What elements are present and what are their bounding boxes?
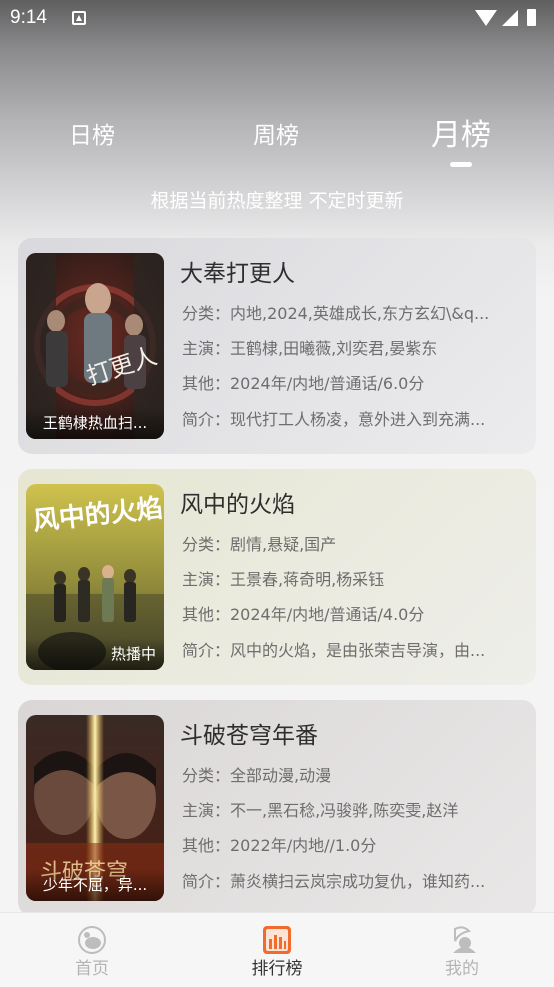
list-item[interactable]: 打更人 王鹤棣热血扫... 大奉打更人 分类：内地,2024,英雄成长,东方玄幻… bbox=[18, 238, 536, 454]
poster-image: 斗破苍穹 少年不屈，异... bbox=[26, 715, 164, 901]
card-intro: 简介：风中的火焰，是由张荣吉导演，由... bbox=[182, 641, 486, 660]
card-other: 其他：2022年/内地//1.0分 bbox=[182, 836, 377, 855]
battery-icon bbox=[527, 9, 536, 26]
card-title: 大奉打更人 bbox=[180, 261, 295, 287]
card-cast: 主演：不一,黑石稔,冯骏骅,陈奕雯,赵洋 bbox=[182, 801, 459, 820]
poster-caption: 热播中 bbox=[26, 638, 164, 670]
tab-monthly[interactable]: 月榜 bbox=[421, 110, 501, 170]
card-cast: 主演：王鹤棣,田曦薇,刘奕君,晏紫东 bbox=[182, 339, 438, 358]
nav-ranking[interactable]: 排行榜 bbox=[217, 913, 337, 987]
card-category: 分类：剧情,悬疑,国产 bbox=[182, 535, 337, 554]
tab-weekly[interactable]: 周榜 bbox=[236, 110, 316, 170]
ranking-subtitle: 根据当前热度整理 不定时更新 bbox=[150, 190, 404, 212]
wifi-icon bbox=[475, 10, 497, 26]
nav-home[interactable]: 首页 bbox=[32, 913, 152, 987]
nav-label: 排行榜 bbox=[251, 959, 303, 979]
poster-image: 风中的火焰 热播中 bbox=[26, 484, 164, 670]
profile-icon bbox=[453, 926, 476, 953]
card-other: 其他：2024年/内地/普通话/6.0分 bbox=[182, 374, 425, 393]
card-other: 其他：2024年/内地/普通话/4.0分 bbox=[182, 605, 425, 624]
card-title: 斗破苍穹年番 bbox=[180, 723, 318, 749]
nav-profile[interactable]: 我的 bbox=[402, 913, 522, 987]
card-intro: 简介：萧炎横扫云岚宗成功复仇，谁知药... bbox=[182, 872, 486, 891]
notification-icon bbox=[72, 11, 86, 25]
poster-caption: 王鹤棣热血扫... bbox=[26, 407, 164, 439]
signal-icon bbox=[502, 10, 518, 26]
list-item[interactable]: 斗破苍穹 少年不屈，异... 斗破苍穹年番 分类：全部动漫,动漫 主演：不一,黑… bbox=[18, 700, 536, 916]
status-bar: 9:14 bbox=[0, 0, 554, 36]
tab-daily[interactable]: 日榜 bbox=[52, 110, 132, 170]
ranking-tabs: 日榜 周榜 月榜 bbox=[0, 110, 554, 170]
active-tab-indicator bbox=[450, 162, 472, 167]
tab-label: 月榜 bbox=[431, 118, 491, 153]
ranking-list: 打更人 王鹤棣热血扫... 大奉打更人 分类：内地,2024,英雄成长,东方玄幻… bbox=[18, 238, 536, 931]
card-cast: 主演：王景春,蒋奇明,杨采钰 bbox=[182, 570, 385, 589]
tab-label: 日榜 bbox=[69, 123, 115, 149]
poster-caption: 少年不屈，异... bbox=[26, 869, 164, 901]
bottom-nav: 首页 排行榜 我的 bbox=[0, 912, 554, 987]
nav-label: 首页 bbox=[75, 959, 109, 979]
home-icon bbox=[78, 926, 106, 954]
nav-label: 我的 bbox=[445, 959, 479, 979]
card-intro: 简介：现代打工人杨凌，意外进入到充满... bbox=[182, 410, 486, 429]
card-category: 分类：内地,2024,英雄成长,东方玄幻\&q... bbox=[182, 304, 490, 323]
list-item[interactable]: 风中的火焰 热播中 风中的火焰 分类：剧情,悬疑,国产 主演：王景春,蒋奇明,杨… bbox=[18, 469, 536, 685]
ranking-icon bbox=[263, 926, 291, 954]
tab-label: 周榜 bbox=[253, 123, 299, 149]
card-category: 分类：全部动漫,动漫 bbox=[182, 766, 332, 785]
card-title: 风中的火焰 bbox=[180, 492, 295, 518]
status-time: 9:14 bbox=[10, 7, 47, 28]
poster-image: 打更人 王鹤棣热血扫... bbox=[26, 253, 164, 439]
